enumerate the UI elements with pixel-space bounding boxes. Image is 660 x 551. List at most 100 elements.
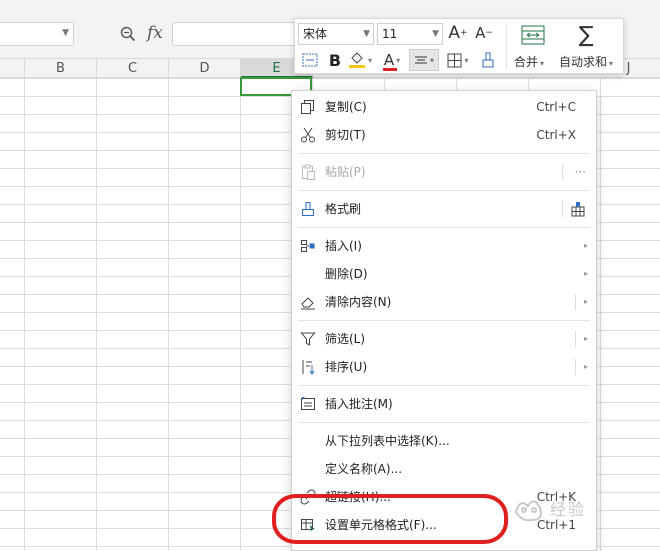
cut-icon (300, 127, 316, 143)
decrease-font-button[interactable]: A − (473, 22, 495, 44)
font-name-value: 宋体 (303, 27, 328, 41)
filter-icon (300, 331, 316, 347)
menu-separator (298, 190, 590, 191)
eraser-icon (300, 294, 316, 310)
menu-item-divider (575, 331, 576, 347)
menu-item-format-cells[interactable]: 设置单元格格式(F)... Ctrl+1 (292, 511, 596, 539)
format-painter-button[interactable] (477, 49, 499, 71)
menu-separator (298, 385, 590, 386)
zoom-icon[interactable] (120, 26, 136, 42)
paste-icon (300, 164, 316, 180)
formula-input[interactable] (172, 22, 302, 46)
menu-item-label: 排序(U) (325, 360, 368, 374)
format-cells-icon (300, 517, 316, 533)
menu-item-shortcut: Ctrl+C (536, 100, 576, 114)
menu-item-label: 剪切(T) (325, 128, 366, 142)
hyperlink-icon (300, 489, 316, 505)
merge-label: 合并 (514, 55, 539, 69)
chevron-down-icon[interactable]: ▼ (62, 28, 69, 38)
submenu-arrow-icon: ▸ (583, 241, 588, 250)
menu-item-divider (575, 359, 576, 375)
menu-item-shortcut: Ctrl+K (536, 490, 576, 504)
autosum-button[interactable]: 自动求和 ▾ (559, 53, 613, 70)
name-box[interactable]: ▼ (0, 22, 74, 46)
menu-item-paste[interactable]: 粘贴(P) ··· (292, 158, 596, 186)
align-button[interactable]: ▾ (409, 49, 439, 71)
merge-button[interactable]: 合并 ▾ (514, 53, 544, 70)
mini-toolbar: 宋体 ▼ 11 ▼ A + A − B ▾ A ▾ ▾ ▾ 合并 ▾ ∑ 自动求和 ▾ (294, 18, 624, 74)
font-color-button[interactable]: A ▾ (379, 49, 405, 71)
chevron-down-icon[interactable]: ▼ (432, 24, 439, 44)
menu-item-copy[interactable]: 复制(C) Ctrl+C (292, 93, 596, 121)
ribbon-bottom-strip (0, 0, 660, 15)
menu-item-label: 超链接(H)... (325, 490, 391, 504)
column-header[interactable]: C (97, 59, 169, 78)
column-header[interactable]: B (25, 59, 97, 78)
menu-item-label: 格式刷 (325, 202, 362, 216)
sort-icon (300, 359, 316, 375)
submenu-arrow-icon: ▸ (583, 334, 588, 343)
menu-item-label: 从下拉列表中选择(K)... (325, 434, 450, 448)
menu-separator (298, 422, 590, 423)
bold-button[interactable]: B (325, 49, 345, 71)
menu-item-label: 清除内容(N) (325, 295, 392, 309)
menu-item-define-name[interactable]: 定义名称(A)... (292, 455, 596, 483)
menu-item-divider (562, 164, 563, 180)
menu-item-label: 插入批注(M) (325, 397, 393, 411)
menu-item-label: 筛选(L) (325, 332, 366, 346)
font-size-value: 11 (382, 27, 398, 41)
submenu-arrow-icon: ▸ (583, 297, 588, 306)
insert-icon (300, 238, 316, 254)
menu-item-sort[interactable]: 排序(U) ▸ (292, 353, 596, 381)
menu-item-label: 设置单元格格式(F)... (325, 518, 437, 532)
menu-item-format-painter[interactable]: 格式刷 (292, 195, 596, 223)
context-menu: 复制(C) Ctrl+C 剪切(T) Ctrl+X 粘贴(P) ··· 格式刷 … (291, 90, 597, 551)
font-size-select[interactable]: 11 ▼ (377, 23, 443, 45)
align-center-icon (414, 56, 427, 64)
menu-item-hyperlink[interactable]: 超链接(H)... Ctrl+K (292, 483, 596, 511)
menu-item-filter[interactable]: 筛选(L) ▸ (292, 325, 596, 353)
menu-item-label: 插入(I) (325, 239, 362, 253)
comment-icon (300, 396, 316, 412)
copy-icon (300, 99, 316, 115)
borders-icon (447, 53, 462, 67)
format-painter-icon (482, 52, 494, 68)
menu-item-insert-comment[interactable]: 插入批注(M) (292, 390, 596, 418)
sigma-icon: ∑ (578, 22, 594, 48)
menu-item-label: 复制(C) (325, 100, 367, 114)
menu-item-pick-from-list[interactable]: 从下拉列表中选择(K)... (292, 427, 596, 455)
menu-item-cut[interactable]: 剪切(T) Ctrl+X (292, 121, 596, 149)
menu-separator (298, 320, 590, 321)
fill-color-button[interactable]: ▾ (347, 49, 373, 71)
menu-item-insert[interactable]: 插入(I) ▸ (292, 232, 596, 260)
menu-item-shortcut: Ctrl+1 (536, 518, 576, 532)
increase-font-button[interactable]: A + (447, 22, 469, 44)
format-painter-icon (300, 201, 316, 217)
menu-separator (298, 227, 590, 228)
chevron-down-icon[interactable]: ▼ (363, 24, 370, 44)
menu-item-label: 定义名称(A)... (325, 462, 403, 476)
increase-font-icon: A (448, 23, 461, 43)
borders-button[interactable]: ▾ (445, 49, 471, 71)
column-header[interactable]: D (169, 59, 241, 78)
more-options-icon[interactable]: ··· (575, 158, 586, 186)
fx-icon[interactable]: fx (147, 23, 163, 43)
menu-item-divider (562, 201, 563, 217)
menu-item-delete[interactable]: 删除(D) ▸ (292, 260, 596, 288)
menu-item-label: 删除(D) (325, 267, 368, 281)
toolbar-divider (506, 25, 507, 69)
font-name-select[interactable]: 宋体 ▼ (298, 23, 374, 45)
fill-bucket-icon (348, 52, 365, 68)
menu-item-divider (575, 294, 576, 310)
menu-item-label: 粘贴(P) (325, 165, 366, 179)
format-painter-grid-icon[interactable] (570, 201, 586, 217)
autosum-label: 自动求和 (559, 55, 608, 69)
menu-item-clear-contents[interactable]: 清除内容(N) ▸ (292, 288, 596, 316)
merge-icon (516, 23, 550, 47)
field-icon[interactable] (299, 49, 321, 71)
menu-item-shortcut: Ctrl+X (536, 128, 576, 142)
font-color-icon: A (383, 51, 395, 69)
column-header-a[interactable] (0, 59, 25, 78)
submenu-arrow-icon: ▸ (583, 269, 588, 278)
submenu-arrow-icon: ▸ (583, 362, 588, 371)
